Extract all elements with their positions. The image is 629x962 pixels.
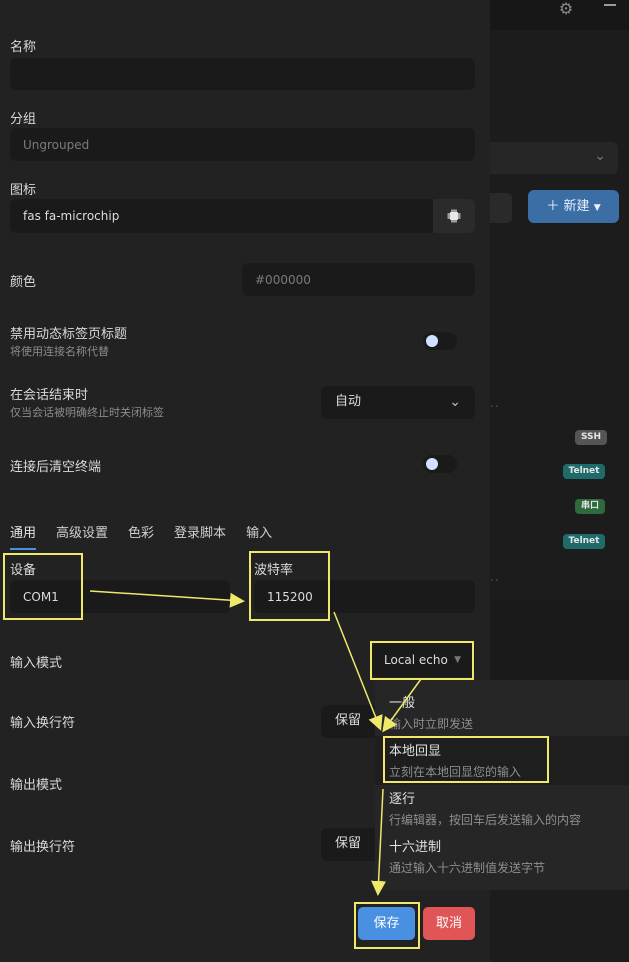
arrow-baud-to-local-echo <box>333 611 383 731</box>
arrow-device-to-baud <box>89 590 245 608</box>
arrow-to-save <box>371 788 387 896</box>
annotation-arrows <box>89 590 422 896</box>
arrow-mode-to-local-echo <box>382 678 422 733</box>
